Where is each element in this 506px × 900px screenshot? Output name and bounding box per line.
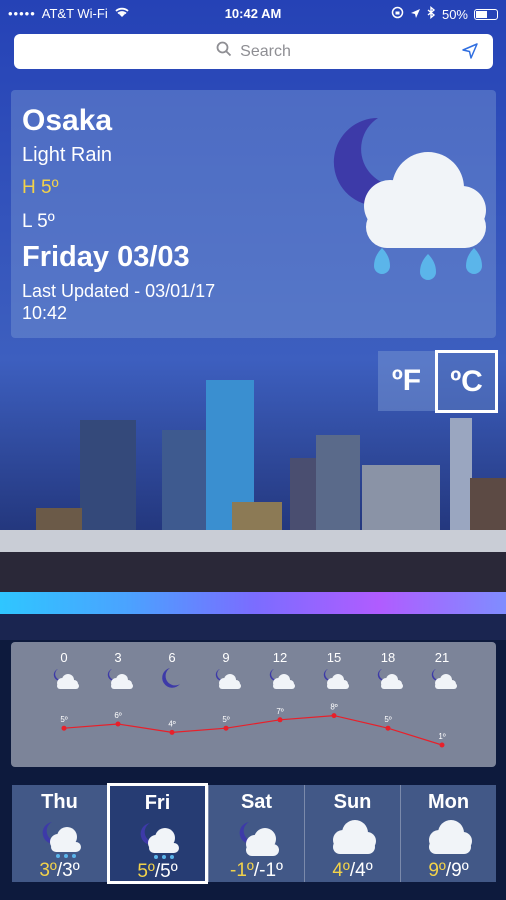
day-temp: -1º/-1º (230, 860, 283, 881)
temp-point (277, 717, 283, 723)
day-high: 5º (137, 861, 155, 882)
night-rain-icon (42, 822, 81, 858)
location-services-icon (410, 7, 421, 22)
temp-label: 7º (276, 707, 283, 716)
night-cloud-icon (377, 669, 403, 689)
temp-label: 5º (222, 715, 229, 724)
temp-point (115, 721, 121, 727)
temp-label: 6º (114, 711, 121, 720)
hour-label: 12 (273, 650, 287, 665)
temp-label: 5º (384, 715, 391, 724)
day-high: 3º (39, 860, 57, 881)
unit-toggle[interactable]: ºF ºC (378, 350, 498, 413)
search-input[interactable]: Search (240, 43, 291, 61)
search-icon (216, 41, 232, 62)
night-cloud-icon (323, 669, 349, 689)
day-name: Thu (41, 791, 78, 813)
day-low: 5º (160, 861, 178, 882)
battery-percent: 50% (441, 6, 468, 22)
night-cloud-icon (269, 669, 295, 689)
hourly-forecast: 0 3 6 9 12 15 18 21 5º 6º 4º 5º 7º 8º 5º 1º (11, 642, 496, 767)
temp-point (61, 725, 67, 731)
night-cloud-icon (239, 822, 279, 856)
temp-point (223, 725, 229, 731)
day-name: Mon (427, 791, 470, 813)
day-low: 4º (355, 860, 373, 881)
day-sat[interactable]: Sat -1º/-1º (208, 785, 304, 882)
day-low: -1º (259, 860, 283, 881)
celsius-button[interactable]: ºC (435, 350, 498, 413)
last-updated: Last Updated - 03/01/17 10:42 (22, 281, 216, 323)
hour-label: 6 (168, 650, 175, 665)
temp-label: 8º (330, 703, 337, 712)
temp-point (439, 742, 445, 748)
temp-label: 1º (438, 732, 445, 741)
cloud-icon (428, 820, 472, 854)
hour-label: 15 (327, 650, 341, 665)
hour-label: 18 (381, 650, 395, 665)
hour-label: 3 (114, 650, 121, 665)
cloud-icon (332, 820, 376, 854)
day-name: Sat (240, 791, 273, 813)
bluetooth-icon (427, 6, 436, 22)
day-temp: 3º/3º (39, 860, 80, 881)
location-arrow-icon[interactable] (461, 42, 479, 65)
hour-label: 21 (435, 650, 449, 665)
night-cloud-icon (215, 669, 241, 689)
day-low: 9º (451, 860, 469, 881)
day-temp: 9º/9º (428, 860, 469, 881)
temp-label: 5º (60, 715, 67, 724)
day-thu[interactable]: Thu 3º/3º (12, 785, 107, 882)
day-mon[interactable]: Mon 9º/9º (400, 785, 496, 882)
temp-point (385, 725, 391, 731)
night-cloud-icon (431, 669, 457, 689)
day-name: Fri (144, 792, 171, 814)
day-high: 9º (428, 860, 446, 881)
fahrenheit-button[interactable]: ºF (378, 351, 435, 411)
moon-icon (162, 668, 180, 688)
day-high: -1º (230, 860, 254, 881)
night-rain-icon (140, 823, 179, 859)
temp-point (331, 713, 337, 719)
lock-rotation-icon (391, 6, 404, 22)
hour-label: 9 (222, 650, 229, 665)
night-cloud-icon (107, 669, 133, 689)
temp-point (169, 729, 175, 735)
search-bar[interactable]: Search (14, 34, 493, 69)
daily-forecast: Thu 3º/3º Fri 5º/5º Sat -1º/-1º Sun 4º/4… (12, 783, 496, 884)
day-sun[interactable]: Sun 4º/4º (304, 785, 400, 882)
battery-icon (474, 8, 498, 20)
hourly-temp-chart: 0 3 6 9 12 15 18 21 5º 6º 4º 5º 7º 8º 5º 1º (53, 650, 457, 748)
day-temp: 4º/4º (332, 860, 373, 881)
night-rain-icon (333, 117, 486, 280)
current-weather-card: Osaka Light Rain H 5º L 5º Friday 03/03 … (11, 90, 496, 338)
status-bar: ••••• AT&T Wi-Fi 10:42 AM 50% (0, 0, 506, 28)
day-low: 3º (62, 860, 80, 881)
day-fri[interactable]: Fri 5º/5º (107, 783, 208, 884)
hour-label: 0 (60, 650, 67, 665)
night-cloud-icon (53, 669, 79, 689)
day-name: Sun (333, 791, 372, 813)
day-high: 4º (332, 860, 350, 881)
day-temp: 5º/5º (137, 861, 178, 882)
temp-label: 4º (168, 719, 175, 728)
